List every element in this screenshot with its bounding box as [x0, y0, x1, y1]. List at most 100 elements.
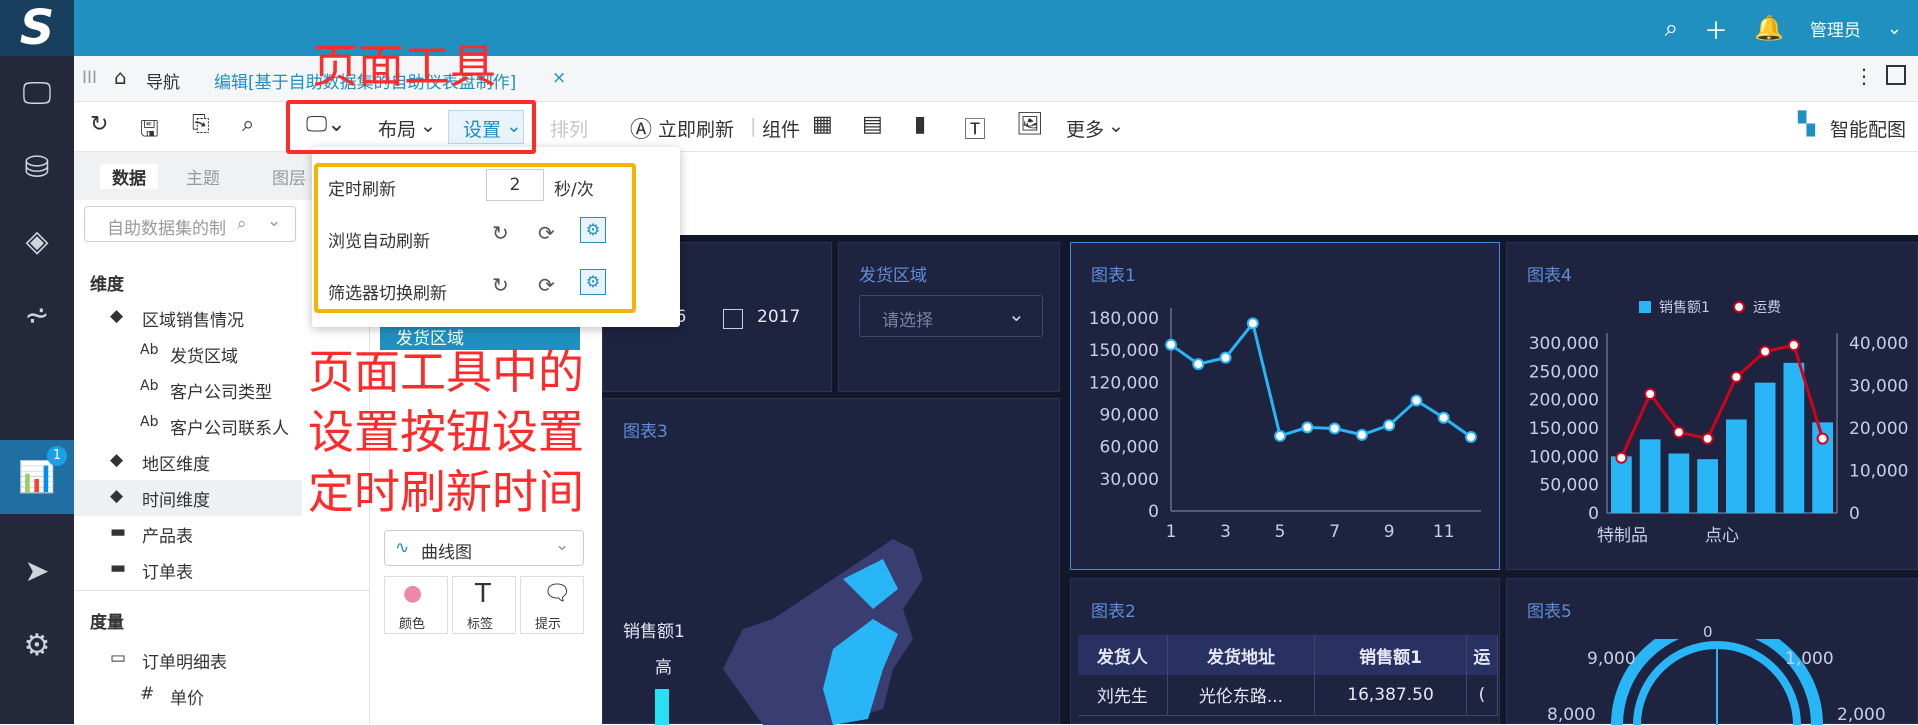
chart1-card[interactable]: 图表1 180,000 150,000 120,000 90,000 60,000 30,…: [1070, 242, 1500, 570]
dashboard-icon[interactable]: 📊 1: [0, 440, 74, 514]
refresh-now-button[interactable]: 立即刷新: [658, 115, 734, 142]
tree-item[interactable]: 区域销售情况: [142, 306, 244, 331]
bell-icon[interactable]: 🔔: [1754, 14, 1784, 42]
y2-tick-label: 0: [1849, 504, 1860, 524]
table-header[interactable]: 运: [1466, 635, 1499, 675]
annotation-line: 定时刷新时间: [308, 465, 584, 519]
refresh-device-icon[interactable]: ⟳: [538, 273, 555, 297]
component-label: 组件: [762, 119, 801, 141]
radial-label: 0: [1703, 623, 1713, 641]
region-filter-card: 发货区域 请选择 ⌄: [838, 242, 1060, 392]
dataset-placeholder: 自助数据集的制: [107, 219, 226, 239]
data-point: [1355, 428, 1368, 441]
database-icon[interactable]: ⛁: [0, 130, 74, 204]
region-select[interactable]: 请选择 ⌄: [859, 295, 1043, 337]
year-2017-checkbox[interactable]: [723, 309, 743, 329]
reset-icon[interactable]: ↻: [90, 112, 108, 137]
timed-refresh-input[interactable]: 2: [486, 169, 544, 201]
monitor-icon[interactable]: 🖵: [0, 56, 74, 130]
data-point: [1274, 429, 1287, 442]
tab-nav[interactable]: 导航: [146, 68, 180, 93]
data-table: 发货人 发货地址 销售额1 运 刘先生 光伦东路... 16,387.50 (: [1078, 635, 1499, 716]
tab-layer[interactable]: 图层: [272, 164, 306, 189]
table-icon[interactable]: ▦: [812, 112, 833, 137]
app-logo[interactable]: S: [0, 0, 74, 56]
tree-item[interactable]: 客户公司联系人: [170, 414, 289, 439]
image-icon[interactable]: 🖼: [1016, 112, 1044, 137]
side-nav: 🖵 ⛁ ◈ ⩫ 📊 1 ➤ ⚙: [0, 56, 74, 724]
tree-item[interactable]: 产品表: [142, 522, 193, 547]
layers-icon[interactable]: ⩫: [0, 278, 74, 352]
refresh-settings-icon[interactable]: ⚙: [580, 217, 606, 243]
color-button[interactable]: ● 颜色: [384, 576, 448, 634]
tree-item[interactable]: 时间维度: [142, 486, 210, 511]
tree-item[interactable]: 地区维度: [142, 450, 210, 475]
preview-icon[interactable]: ⌕: [242, 112, 254, 137]
more-vertical-icon[interactable]: ⋮: [1854, 64, 1874, 88]
user-menu[interactable]: 管理员: [1810, 16, 1861, 41]
bar: [1697, 459, 1718, 513]
y2-tick-label: 20,000: [1849, 419, 1908, 439]
chart1-plot: 180,000 150,000 120,000 90,000 60,000 30,000 0…: [1089, 308, 1481, 542]
card-title: 发货区域: [859, 266, 927, 286]
label-label: 标签: [467, 617, 494, 632]
cube-icon[interactable]: ◈: [0, 204, 74, 278]
send-icon[interactable]: ➤: [0, 534, 74, 608]
auto-refresh-icon[interactable]: Ⓐ: [630, 112, 652, 144]
more-button[interactable]: 更多: [1066, 115, 1104, 142]
chart-type-value: 曲线图: [421, 543, 472, 563]
refresh-settings-icon[interactable]: ⚙: [580, 269, 606, 295]
save-as-icon[interactable]: ⎘: [192, 112, 210, 137]
data-point: [1644, 388, 1657, 400]
tab-theme[interactable]: 主题: [186, 164, 220, 189]
bar: [1639, 439, 1661, 513]
user-settings-icon[interactable]: ⚙: [0, 608, 74, 682]
refresh-icon[interactable]: ↻: [492, 273, 509, 297]
data-point: [1410, 394, 1423, 407]
year-2017[interactable]: 2017: [757, 307, 800, 327]
tree-item[interactable]: 订单表: [142, 558, 193, 583]
plus-icon[interactable]: ＋: [1704, 11, 1728, 46]
x-tick-label: 1: [1166, 522, 1177, 542]
search-icon[interactable]: ⌕: [1665, 14, 1678, 42]
layers-icon: ◆: [110, 486, 124, 506]
comment-icon: 🗨: [543, 581, 571, 606]
refresh-device-icon[interactable]: ⟳: [538, 221, 555, 245]
smart-chart-button[interactable]: 智能配图: [1830, 115, 1906, 142]
home-icon[interactable]: ⌂: [114, 65, 127, 89]
data-point: [1816, 432, 1829, 445]
bar-chart-icon[interactable]: ▮: [914, 112, 926, 137]
y-tick-label: 180,000: [1089, 309, 1159, 329]
table-header[interactable]: 发货地址: [1167, 635, 1316, 675]
text-box-icon[interactable]: 🅃: [964, 112, 986, 144]
tree-item[interactable]: 客户公司类型: [170, 378, 272, 403]
china-map[interactable]: [683, 519, 953, 725]
measure-header: 度量: [90, 613, 124, 633]
tree-item[interactable]: 单价: [170, 684, 204, 709]
table-header[interactable]: 销售额1: [1314, 635, 1467, 675]
layers-icon: ◆: [110, 306, 124, 326]
table-row[interactable]: 刘先生 光伦东路... 16,387.50 (: [1078, 675, 1499, 716]
save-icon[interactable]: 🖫: [140, 112, 159, 150]
tree-item[interactable]: 发货区域: [170, 342, 238, 367]
data-point: [1672, 426, 1685, 439]
filter-refresh-label: 筛选器切换刷新: [328, 284, 447, 304]
chart-type-select[interactable]: ∿ 曲线图 ⌄: [384, 530, 584, 566]
table-header[interactable]: 发货人: [1078, 635, 1168, 675]
chevron-down-icon: ⌄: [267, 211, 282, 231]
refresh-icon[interactable]: ↻: [492, 221, 509, 245]
menu-icon[interactable]: III: [82, 68, 97, 88]
tooltip-button[interactable]: 🗨 提示: [520, 576, 584, 634]
chevron-down-icon[interactable]: ⌄: [1887, 18, 1902, 39]
tree-item[interactable]: 订单明细表: [142, 648, 227, 673]
annotation-box: [286, 100, 536, 154]
bar: [1726, 419, 1747, 513]
dataset-select[interactable]: 自助数据集的制 ⌕ ⌄: [84, 206, 296, 242]
smart-icon[interactable]: ▚: [1798, 112, 1815, 137]
maximize-icon[interactable]: [1886, 65, 1906, 85]
cross-table-icon[interactable]: ▤: [862, 112, 883, 137]
label-button[interactable]: T 标签: [452, 576, 516, 634]
close-icon[interactable]: ×: [552, 68, 566, 88]
tab-data[interactable]: 数据: [100, 164, 158, 189]
text-field-icon: Ab: [140, 342, 159, 358]
